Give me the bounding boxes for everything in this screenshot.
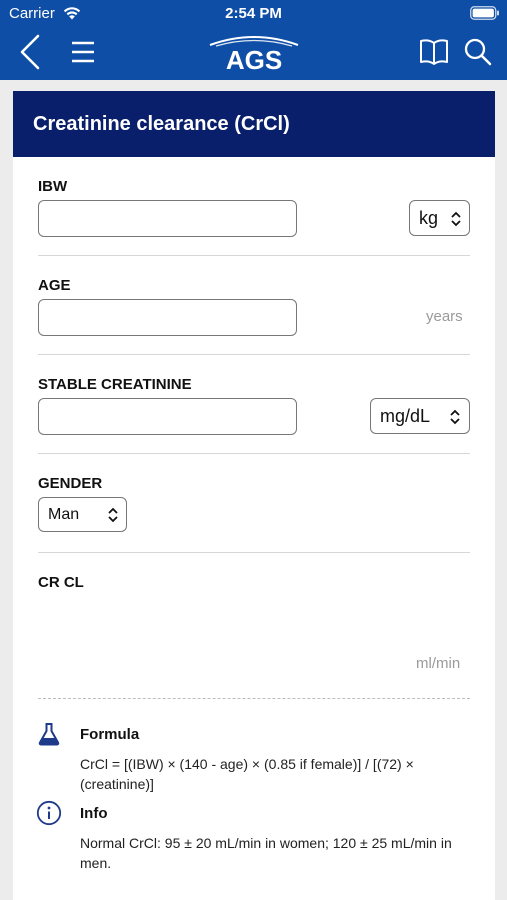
- divider: [38, 354, 470, 355]
- top-bar: Carrier 2:54 PM AGS: [0, 0, 507, 80]
- ags-logo: AGS: [206, 33, 302, 75]
- gender-value: Man: [48, 506, 80, 523]
- chevron-updown-icon: [449, 409, 461, 430]
- info-icon: [36, 800, 62, 826]
- result-unit: ml/min: [416, 655, 461, 672]
- ibw-unit-value: kg: [419, 208, 439, 228]
- divider: [38, 552, 470, 553]
- clock-time: 2:54 PM: [225, 5, 282, 22]
- divider: [38, 255, 470, 256]
- creatinine-unit-select[interactable]: mg/dL: [370, 398, 470, 434]
- ibw-unit-select[interactable]: kg: [409, 200, 470, 236]
- book-icon[interactable]: [418, 37, 450, 67]
- age-unit: years: [426, 308, 463, 325]
- divider: [38, 453, 470, 454]
- ibw-label: IBW: [38, 178, 68, 195]
- calculator-title: Creatinine clearance (CrCl): [33, 113, 290, 135]
- ibw-input[interactable]: [38, 200, 297, 237]
- card-header: Creatinine clearance (CrCl): [13, 91, 495, 157]
- creatinine-label: STABLE CREATININE: [38, 376, 192, 393]
- result-label: CR CL: [38, 574, 84, 591]
- chevron-updown-icon: [450, 211, 462, 232]
- menu-icon[interactable]: [68, 38, 98, 66]
- formula-heading: Formula: [80, 726, 140, 743]
- gender-select[interactable]: Man: [38, 497, 127, 532]
- creatinine-unit-value: mg/dL: [380, 406, 431, 426]
- back-icon[interactable]: [16, 32, 46, 72]
- creatinine-input[interactable]: [38, 398, 297, 435]
- search-icon[interactable]: [462, 36, 494, 68]
- flask-icon: [36, 721, 62, 747]
- info-text: Normal CrCl: 95 ± 20 mL/min in women; 12…: [80, 835, 452, 871]
- battery-icon: [470, 6, 500, 25]
- status-bar: Carrier 2:54 PM: [0, 0, 507, 28]
- formula-text: CrCl = [(IBW) × (140 - age) × (0.85 if f…: [80, 756, 414, 792]
- chevron-updown-icon: [107, 507, 119, 528]
- info-heading: Info: [80, 805, 108, 822]
- calculator-card: Creatinine clearance (CrCl) IBW kg AGE y…: [13, 91, 495, 900]
- dashed-divider: [38, 698, 470, 699]
- age-input[interactable]: [38, 299, 297, 336]
- age-label: AGE: [38, 277, 71, 294]
- logo-text: AGS: [226, 45, 282, 75]
- gender-label: GENDER: [38, 475, 103, 492]
